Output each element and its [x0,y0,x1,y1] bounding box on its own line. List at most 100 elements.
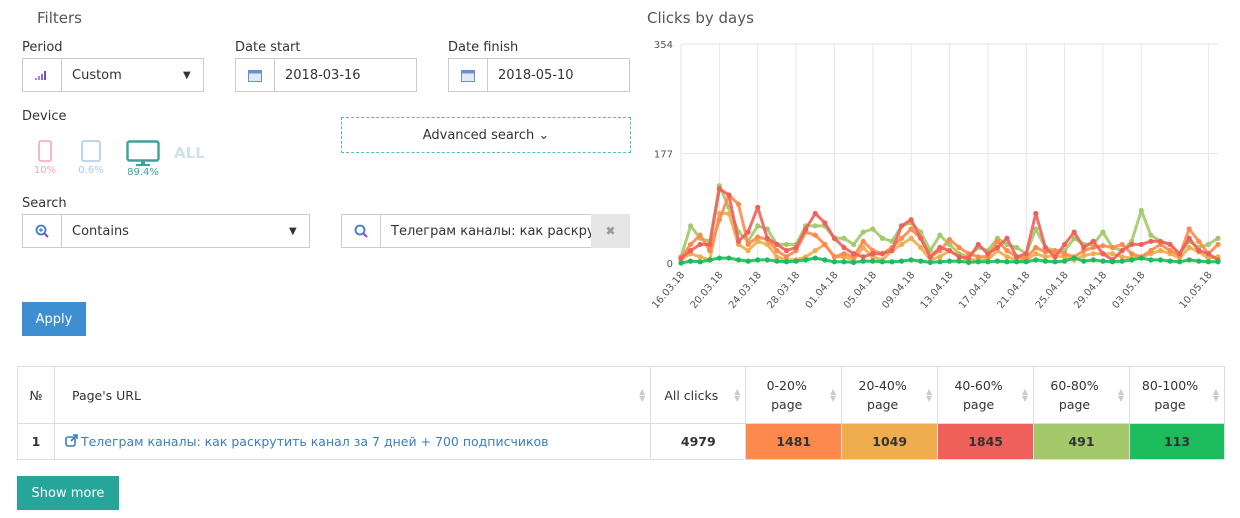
device-desktop-percent: 89.4% [127,167,159,178]
data-point [783,248,790,254]
data-point [687,223,694,229]
data-point [1090,257,1096,263]
row-segment-80-100: 113 [1129,423,1225,460]
data-point [985,251,991,257]
data-point [841,251,847,257]
data-point [1205,241,1212,248]
col-40-60[interactable]: 40-60% page ▲ ▼ [937,366,1035,424]
data-point [1129,257,1135,263]
date-finish-input[interactable]: 2018-05-10 [448,58,630,92]
data-point [755,234,761,240]
data-point [1052,254,1058,260]
x-tick-label: 16.03.18 [650,270,687,311]
x-tick-label: 29.04.18 [1072,270,1109,311]
device-tablet-percent: 0.6% [78,165,104,176]
x-tick-label: 25.04.18 [1034,270,1071,311]
data-point [812,248,818,254]
data-point [879,235,885,241]
col-60-80[interactable]: 60-80% page ▲ ▼ [1033,366,1130,424]
device-mobile-percent: 10% [33,165,57,176]
data-point [918,258,924,264]
col-url-label: Page's URL [71,387,141,403]
data-point [726,210,732,217]
data-point [1061,258,1068,264]
col-all-clicks[interactable]: All clicks ▲ ▼ [650,366,747,424]
search-input[interactable]: Телеграм каналы: как раскрутить канал за… [341,214,592,248]
page-url-link[interactable]: Телеграм каналы: как раскрутить канал за… [65,434,549,449]
data-point [898,241,905,248]
date-start-label: Date start [235,40,301,55]
apply-button[interactable]: Apply [22,302,86,336]
data-point [774,258,780,264]
data-point [937,254,943,260]
data-point [1004,254,1010,260]
data-point [1119,248,1125,254]
device-mobile[interactable]: 10% [33,140,57,176]
data-point [898,223,905,229]
data-point [1100,243,1106,249]
data-point [1052,259,1058,265]
data-point [946,236,953,243]
data-point [1033,257,1039,263]
col-20-40[interactable]: 20-40% page ▲ ▼ [841,366,939,424]
device-tablet[interactable]: 0.6% [76,140,106,176]
data-point [860,238,866,244]
advanced-search-button[interactable]: Advanced search ⌄ [341,117,631,153]
data-point [1119,258,1125,264]
data-point [870,226,876,232]
data-point [879,251,885,257]
clear-search-button[interactable]: ✖ [591,214,630,248]
data-point [716,217,722,223]
data-point [1119,241,1125,248]
data-point [851,251,857,257]
row-segment-20-40: 1049 [841,423,939,460]
data-point [860,229,866,235]
data-point [1129,241,1135,248]
device-all[interactable]: ALL [174,144,205,162]
col-url[interactable]: Page's URL ▲ ▼ [53,366,652,424]
tablet-icon [81,140,101,162]
date-start-input[interactable]: 2018-03-16 [235,58,417,92]
data-point [745,241,751,248]
data-point [898,258,905,264]
data-point [851,259,857,265]
data-point [812,255,818,261]
data-point [831,254,838,260]
data-point [1023,251,1029,257]
show-more-button[interactable]: Show more [17,476,119,510]
data-point [975,254,981,260]
col-80-100[interactable]: 80-100% page ▲ ▼ [1129,366,1225,424]
data-point [726,192,732,198]
row-number: 1 [17,423,55,460]
data-point [841,259,847,265]
data-point [1205,251,1212,257]
data-point [783,241,790,248]
table-row: 1 Телеграм каналы: как раскрутить канал … [17,423,1225,460]
search-mode-select[interactable]: Contains ▼ [22,214,310,248]
data-point [1148,238,1154,244]
data-point [937,244,943,251]
data-point [707,241,713,248]
data-point [860,258,866,264]
col-60-80-label: 60-80% page [1050,378,1099,412]
data-point [697,259,703,265]
data-point [1148,257,1154,263]
data-point [1148,232,1154,238]
col-0-20[interactable]: 0-20% page ▲ ▼ [745,366,843,424]
device-label: Device [22,109,67,124]
period-select[interactable]: Custom ▼ [22,58,204,92]
device-desktop[interactable]: 89.4% [122,140,164,178]
row-segment-60-80: 491 [1033,423,1130,460]
data-point [764,235,770,241]
close-icon: ✖ [605,224,616,238]
search-label: Search [22,196,67,211]
data-point [1186,257,1192,263]
y-tick-label: 0 [667,259,673,270]
calendar-icon [236,59,275,91]
row-segment-0-20: 1481 [745,423,843,460]
mobile-icon [38,140,52,162]
period-label: Period [22,40,63,55]
data-point [1167,258,1173,264]
x-tick-label: 20.03.18 [689,270,726,311]
data-point [774,248,780,254]
